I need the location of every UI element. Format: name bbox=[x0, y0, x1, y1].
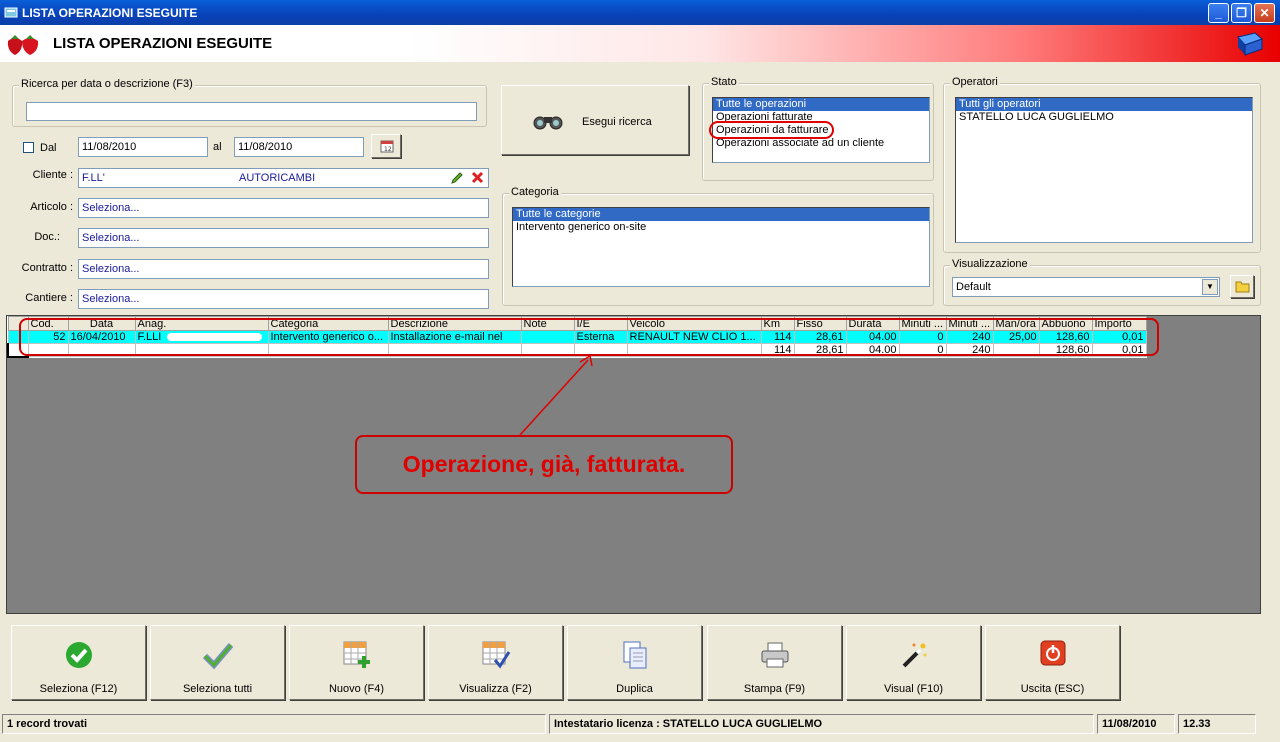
annotation-arrow-icon bbox=[519, 354, 593, 436]
nuovo-button[interactable]: Nuovo (F4) bbox=[289, 625, 424, 700]
uscita-label: Uscita (ESC) bbox=[1020, 683, 1085, 695]
doc-field[interactable]: Seleziona... bbox=[78, 228, 489, 248]
new-grid-icon bbox=[343, 641, 370, 668]
stampa-label: Stampa (F9) bbox=[743, 683, 806, 695]
chevron-down-icon[interactable]: ▼ bbox=[1202, 279, 1218, 295]
stato-item[interactable]: Tutte le operazioni bbox=[713, 98, 929, 111]
highlight-circle bbox=[709, 121, 834, 139]
strawberry-icon bbox=[7, 35, 39, 55]
visualizza-label: Visualizza (F2) bbox=[459, 683, 532, 695]
operatori-label: Operatori bbox=[950, 76, 1000, 88]
title-bar: LISTA OPERAZIONI ESEGUITE _ ❐ ✕ bbox=[0, 0, 1280, 25]
nuovo-label: Nuovo (F4) bbox=[328, 683, 385, 695]
visualizzazione-value: Default bbox=[956, 281, 991, 293]
stato-listbox[interactable]: Tutte le operazioni Operazioni fatturate… bbox=[709, 97, 930, 163]
edit-pencil-icon[interactable] bbox=[450, 171, 464, 185]
visual-label: Visual (F10) bbox=[883, 683, 944, 695]
operatori-item[interactable]: STATELLO LUCA GUGLIELMO bbox=[956, 111, 1252, 124]
folder-icon bbox=[1235, 281, 1250, 293]
annotation-callout: Operazione, già, fatturata. bbox=[355, 435, 733, 494]
search-group: Ricerca per data o descrizione (F3) bbox=[12, 78, 487, 127]
cliente-value: F.LL' bbox=[82, 172, 105, 184]
calendar-button[interactable]: 12 bbox=[371, 134, 401, 158]
check-circle-icon bbox=[65, 642, 92, 668]
status-bar: 1 record trovati Intestatario licenza : … bbox=[0, 712, 1280, 742]
header-banner: LISTA OPERAZIONI ESEGUITE bbox=[0, 25, 1280, 62]
doc-label: Doc.: bbox=[34, 231, 60, 243]
binoculars-icon bbox=[533, 116, 563, 130]
main-window: LISTA OPERAZIONI ESEGUITE _ ❐ ✕ LISTA OP… bbox=[0, 0, 1280, 742]
printer-icon bbox=[761, 642, 788, 668]
power-icon bbox=[1040, 640, 1065, 666]
seleziona-tutti-button[interactable]: Seleziona tutti bbox=[150, 625, 285, 700]
open-folder-button[interactable] bbox=[1230, 275, 1254, 298]
dal-label: Dal bbox=[40, 142, 57, 154]
dal-checkbox[interactable] bbox=[23, 142, 34, 153]
operatori-listbox[interactable]: Tutti gli operatori STATELLO LUCA GUGLIE… bbox=[955, 97, 1253, 243]
maximize-button[interactable]: ❐ bbox=[1231, 3, 1252, 23]
book-icon bbox=[1237, 32, 1263, 56]
search-group-label: Ricerca per data o descrizione (F3) bbox=[19, 78, 195, 90]
execute-search-button[interactable]: Esegui ricerca bbox=[501, 85, 689, 155]
contratto-field[interactable]: Seleziona... bbox=[78, 259, 489, 279]
visualizzazione-label: Visualizzazione bbox=[950, 258, 1030, 270]
date-to-field[interactable]: 11/08/2010 bbox=[234, 137, 364, 157]
al-label: al bbox=[213, 141, 222, 153]
cliente-label: Cliente : bbox=[32, 169, 73, 181]
stato-label: Stato bbox=[709, 76, 739, 88]
stampa-button[interactable]: Stampa (F9) bbox=[707, 625, 842, 700]
duplica-label: Duplica bbox=[616, 683, 653, 695]
status-time: 12.33 bbox=[1178, 714, 1256, 734]
status-date: 11/08/2010 bbox=[1097, 714, 1175, 734]
articolo-label: Articolo : bbox=[30, 201, 73, 213]
operatori-group: Operatori Tutti gli operatori STATELLO L… bbox=[943, 76, 1261, 253]
checkmark-icon bbox=[202, 643, 233, 670]
visualizzazione-group: Visualizzazione Default ▼ bbox=[943, 258, 1261, 306]
seleziona-label: Seleziona (F12) bbox=[39, 683, 118, 695]
uscita-button[interactable]: Uscita (ESC) bbox=[985, 625, 1120, 700]
date-from-field[interactable]: 11/08/2010 bbox=[78, 137, 208, 157]
search-input[interactable] bbox=[26, 102, 477, 121]
header-title: LISTA OPERAZIONI ESEGUITE bbox=[53, 35, 273, 52]
app-icon bbox=[4, 7, 18, 18]
duplicate-icon bbox=[623, 641, 646, 669]
seleziona-tutti-label: Seleziona tutti bbox=[182, 683, 253, 695]
contratto-label: Contratto : bbox=[21, 262, 73, 274]
minimize-button[interactable]: _ bbox=[1208, 3, 1229, 23]
status-license: Intestatario licenza : STATELLO LUCA GUG… bbox=[549, 714, 1094, 734]
visualizzazione-select[interactable]: Default ▼ bbox=[952, 277, 1220, 297]
execute-search-label: Esegui ricerca bbox=[582, 116, 652, 128]
articolo-field[interactable]: Seleziona... bbox=[78, 198, 489, 218]
duplica-button[interactable]: Duplica bbox=[567, 625, 702, 700]
clear-x-icon[interactable] bbox=[471, 171, 484, 184]
close-button[interactable]: ✕ bbox=[1254, 3, 1275, 23]
magic-wand-icon bbox=[902, 643, 926, 668]
categoria-item[interactable]: Intervento generico on-site bbox=[513, 221, 929, 234]
operatori-item[interactable]: Tutti gli operatori bbox=[956, 98, 1252, 111]
stato-group: Stato Tutte le operazioni Operazioni fat… bbox=[702, 76, 934, 181]
cantiere-field[interactable]: Seleziona... bbox=[78, 289, 489, 309]
svg-text:12: 12 bbox=[384, 146, 392, 153]
categoria-label: Categoria bbox=[509, 186, 561, 198]
categoria-listbox[interactable]: Tutte le categorie Intervento generico o… bbox=[512, 207, 930, 287]
cantiere-label: Cantiere : bbox=[25, 292, 73, 304]
visualizza-button[interactable]: Visualizza (F2) bbox=[428, 625, 563, 700]
cliente-field[interactable]: F.LL' AUTORICAMBI bbox=[78, 168, 489, 188]
status-records: 1 record trovati bbox=[2, 714, 546, 734]
seleziona-button[interactable]: Seleziona (F12) bbox=[11, 625, 146, 700]
categoria-item[interactable]: Tutte le categorie bbox=[513, 208, 929, 221]
cliente-value-2: AUTORICAMBI bbox=[239, 172, 316, 184]
stato-item-circled[interactable]: Operazioni da fatturare bbox=[709, 121, 929, 139]
visual-button[interactable]: Visual (F10) bbox=[846, 625, 981, 700]
categoria-group: Categoria Tutte le categorie Intervento … bbox=[502, 186, 934, 306]
view-grid-icon bbox=[482, 641, 510, 669]
window-title: LISTA OPERAZIONI ESEGUITE bbox=[22, 6, 198, 20]
calendar-icon: 12 bbox=[380, 140, 394, 153]
